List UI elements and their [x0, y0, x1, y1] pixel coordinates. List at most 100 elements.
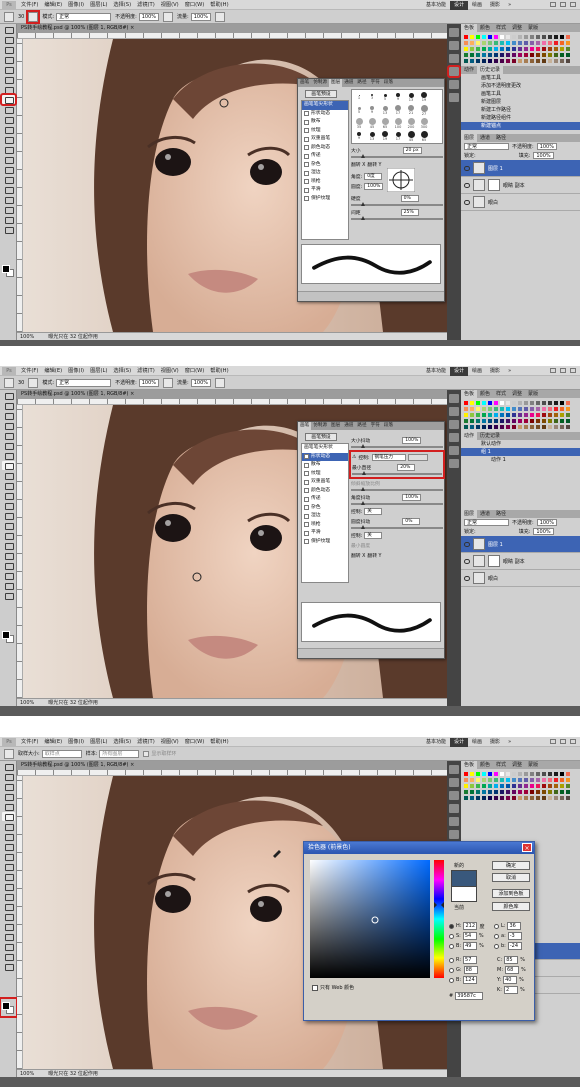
clone-source-panel-icon[interactable]	[449, 80, 459, 89]
list-item[interactable]: 新建锚点	[461, 122, 580, 130]
menu-image[interactable]: 图像(I)	[65, 1, 87, 8]
brush-tip[interactable]: 100	[392, 117, 404, 129]
menu-view[interactable]: 视图(V)	[158, 367, 182, 374]
eyedropper-preset-icon[interactable]	[4, 748, 14, 759]
airbrush-icon[interactable]	[215, 377, 226, 388]
tab-styles[interactable]: 样式	[493, 761, 509, 769]
gradient-tool-icon[interactable]	[2, 501, 15, 510]
close-icon[interactable]	[570, 739, 576, 744]
flip-x-jitter-checkbox[interactable]: 翻转 X	[351, 552, 365, 559]
quick-select-tool-icon[interactable]	[2, 792, 15, 801]
r-radio[interactable]	[449, 957, 454, 963]
list-item[interactable]: 喷枪	[302, 521, 348, 530]
marquee-tool-icon[interactable]	[2, 772, 15, 781]
list-item[interactable]: 杂色	[302, 504, 348, 513]
brush-tip[interactable]: 17	[392, 104, 404, 116]
crop-tool-icon[interactable]	[2, 431, 15, 440]
tab-actions[interactable]: 动作	[461, 432, 478, 440]
zoom-tool-icon[interactable]	[2, 591, 15, 600]
close-icon[interactable]: ×	[522, 843, 532, 852]
swatches-grid[interactable]	[461, 32, 580, 66]
eraser-tool-icon[interactable]	[2, 491, 15, 500]
layer-row[interactable]: 眼白	[461, 194, 580, 211]
ws-more[interactable]: »	[504, 1, 515, 10]
gradient-tool-icon[interactable]	[2, 135, 15, 144]
web-only-checkbox[interactable]	[312, 984, 318, 991]
menu-help[interactable]: 帮助(H)	[207, 1, 231, 8]
ws-basic[interactable]: 基本功能	[422, 1, 450, 10]
tab-close-icon[interactable]: ×	[130, 762, 134, 768]
document-tab[interactable]: PS转手绘教程.psd @ 100% (图层 1, RGB/8#) ×	[17, 24, 447, 33]
3d-rotate-tool-icon[interactable]	[2, 571, 15, 580]
blur-tool-icon[interactable]	[2, 511, 15, 520]
m-input[interactable]: 68	[505, 966, 519, 974]
size-field[interactable]: 20 px	[402, 147, 422, 154]
tab-masks[interactable]: 蒙版	[525, 761, 541, 769]
ws-design[interactable]: 设计	[450, 366, 469, 376]
list-item[interactable]: 传递	[302, 495, 348, 504]
zoom-tool-icon[interactable]	[2, 225, 15, 234]
history-panel-icon[interactable]	[449, 28, 459, 37]
info-panel-icon[interactable]	[449, 791, 459, 800]
blend-mode-select[interactable]: 正常	[464, 519, 509, 526]
mode-select[interactable]: 正常	[56, 378, 112, 387]
brush-tool-icon[interactable]	[0, 93, 17, 106]
swatches-grid[interactable]	[461, 769, 580, 803]
eye-icon[interactable]	[464, 199, 470, 205]
menu-file[interactable]: 文件(F)	[18, 367, 41, 374]
tab-character[interactable]: 字符	[369, 422, 382, 430]
airbrush-icon[interactable]	[215, 11, 226, 22]
brush-panel-icon[interactable]	[449, 433, 459, 442]
brush-tip[interactable]: 19	[379, 130, 391, 142]
flip-y-jitter-checkbox[interactable]: 翻转 Y	[367, 552, 381, 559]
ws-photo[interactable]: 摄影	[486, 367, 504, 376]
minimize-icon[interactable]	[550, 2, 556, 7]
brush-tip[interactable]: 9	[353, 130, 365, 142]
swatches-grid[interactable]	[461, 398, 580, 432]
tab-layers[interactable]: 图层	[329, 79, 343, 87]
brush-tip[interactable]: 65	[418, 130, 430, 142]
menu-filter[interactable]: 滤镜(T)	[134, 367, 158, 374]
menu-select[interactable]: 选择(S)	[110, 1, 134, 8]
zoom-level[interactable]: 100%	[20, 334, 34, 340]
brush-preset-icon[interactable]	[4, 377, 14, 388]
brush-tip[interactable]: 21	[405, 104, 417, 116]
clone-stamp-tool-icon[interactable]	[2, 105, 15, 114]
menu-select[interactable]: 选择(S)	[110, 738, 134, 745]
brush-tip[interactable]: 200	[405, 117, 417, 129]
ws-paint[interactable]: 绘画	[468, 1, 486, 10]
close-icon[interactable]	[570, 368, 576, 373]
history-panel-icon[interactable]	[449, 394, 459, 403]
color-libraries-button[interactable]: 颜色库	[492, 902, 530, 911]
hand-tool-icon[interactable]	[2, 581, 15, 590]
s-radio[interactable]	[449, 933, 454, 939]
clone-stamp-tool-icon[interactable]	[2, 471, 15, 480]
brush-tip[interactable]: 13	[405, 91, 417, 103]
layer-row[interactable]: 眼睛 副本	[461, 177, 580, 194]
brush-tool-icon[interactable]	[2, 832, 15, 841]
tab-layers-panel[interactable]: 图层	[461, 134, 478, 142]
shape-tool-icon[interactable]	[2, 561, 15, 570]
tab-paths-panel[interactable]: 路径	[493, 134, 509, 142]
brush-tip[interactable]: 65	[379, 117, 391, 129]
menu-layer[interactable]: 图层(L)	[87, 1, 110, 8]
character-panel-icon[interactable]	[449, 830, 459, 839]
brush-tip[interactable]: 9	[392, 91, 404, 103]
list-item[interactable]: 形状动态	[302, 452, 348, 461]
lab-b-radio[interactable]	[494, 943, 499, 949]
tab-paragraph[interactable]: 段落	[382, 422, 395, 430]
marquee-tool-icon[interactable]	[2, 35, 15, 44]
tab-styles[interactable]: 样式	[493, 24, 509, 32]
tilt-scale-slider[interactable]	[351, 487, 443, 491]
menu-edit[interactable]: 编辑(E)	[41, 738, 65, 745]
list-item[interactable]: 画笔工具	[461, 74, 580, 82]
actions-panel-icon[interactable]	[449, 407, 459, 416]
list-item[interactable]: 平滑	[302, 529, 348, 538]
menu-window[interactable]: 窗口(W)	[182, 1, 208, 8]
opacity-field[interactable]: 100%	[138, 12, 160, 21]
maximize-icon[interactable]	[560, 368, 566, 373]
brush-panel-icon[interactable]	[449, 804, 459, 813]
list-item[interactable]: 默认动作	[461, 440, 580, 448]
tab-layers-panel[interactable]: 图层	[461, 510, 478, 518]
ws-paint[interactable]: 绘画	[468, 738, 486, 747]
